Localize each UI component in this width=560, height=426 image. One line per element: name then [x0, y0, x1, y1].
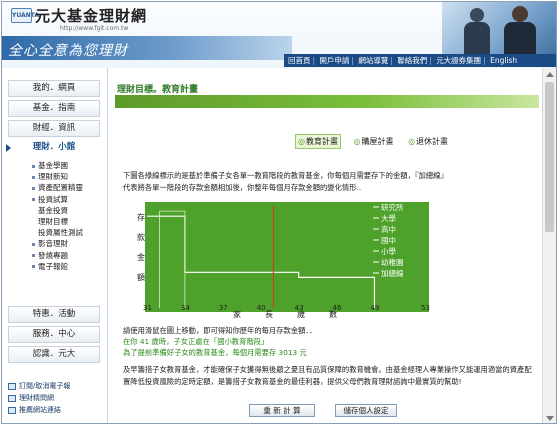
- bottom-links: 訂閱/取消電子報 理財精問網 推薦網站連結: [8, 380, 70, 416]
- legend-label: 研究所: [381, 202, 404, 212]
- age-info: 在你 41 歲時，子女正處在「國小教育階段」: [123, 337, 269, 346]
- x-tick-label: 49: [370, 304, 380, 312]
- page-title: 理財目標。教育計畫: [117, 85, 199, 95]
- submenu-item[interactable]: 電子報館: [32, 261, 104, 272]
- x-tick-label: 37: [218, 304, 228, 312]
- submenu-item[interactable]: 基金投資: [32, 205, 104, 216]
- submenu-item[interactable]: 理財新知: [32, 171, 104, 182]
- nav-group[interactable]: 元大證券集團: [436, 56, 481, 65]
- y-axis-label-char: 款: [137, 233, 145, 242]
- sidebar-item-finance-corner[interactable]: 理財．小館: [6, 140, 100, 157]
- legend-label: 小學: [381, 246, 396, 256]
- nav-english[interactable]: English: [490, 56, 517, 65]
- scrollbar[interactable]: [542, 68, 556, 423]
- title-band: [115, 95, 539, 108]
- sidebar: 我的．網頁 基金．指南 財經．資訊 理財．小館 基金學園 理財新知 資產配置精靈…: [2, 68, 108, 423]
- chart-svg[interactable]: 研究所大學高中國中小學幼稚園加總線: [145, 202, 429, 312]
- nav-sitemap[interactable]: 網站導覽: [358, 56, 388, 65]
- site-logo-text[interactable]: 元大基金理財網: [35, 5, 147, 26]
- submenu-item[interactable]: 投資屬性測試: [32, 227, 104, 238]
- intro-paragraph: 及早籌措子女教育基金，才能確保子女獲得無後顧之憂且有品質保障的教育機會。由基金經…: [123, 365, 532, 386]
- nav-contact[interactable]: 聯絡我們: [397, 56, 427, 65]
- save-settings-button[interactable]: 儲存個人設定: [335, 404, 397, 417]
- tab-house[interactable]: ◎購屋計畫: [352, 135, 396, 148]
- legend-label: 幼稚園: [381, 257, 404, 267]
- recalculate-button[interactable]: 重 新 計 算: [249, 404, 315, 417]
- mail-icon: [8, 382, 16, 390]
- link-finance-qa[interactable]: 理財精問網: [8, 392, 70, 404]
- submenu-item[interactable]: 投資試算: [32, 194, 104, 205]
- submenu: 基金學園 理財新知 資產配置精靈 投資試算 基金投資 理財目標 投資屬性測試 影…: [32, 160, 104, 272]
- arrow-right-icon: [6, 144, 11, 152]
- x-tick-label: 53: [421, 304, 430, 312]
- series-line-1: [159, 210, 186, 308]
- browser-page: YUANTA 元大基金理財網 http://www.fgit.com.tw 全心…: [1, 1, 557, 424]
- sidebar-item-finance-info[interactable]: 財經．資訊: [8, 120, 100, 137]
- sidebar-item-fund-guide[interactable]: 基金．指南: [8, 100, 100, 117]
- globe-icon: [8, 406, 16, 414]
- x-axis-label-char: 歲: [297, 310, 305, 319]
- y-axis-label-char: 金: [137, 253, 145, 262]
- scroll-thumb[interactable]: [545, 82, 554, 232]
- top-nav: 回首頁 | 開戶申請 | 網站導覽 | 聯絡我們 | 元大證券集團 | English: [284, 54, 556, 67]
- monthly-amount-info: 為了提前準備好子女的教育基金，每個月需要存 3013 元: [123, 348, 307, 357]
- sidebar-item-promotions[interactable]: 特惠．活動: [8, 306, 100, 323]
- y-axis-label-char: 存: [137, 213, 145, 222]
- slogan: 全心全意為您理財: [8, 43, 128, 59]
- sidebar-item-label: 理財．小館: [32, 142, 76, 152]
- sidebar-item-service[interactable]: 服務．中心: [8, 326, 100, 343]
- legend-label: 國中: [381, 235, 396, 245]
- tab-retirement[interactable]: ◎退休計畫: [406, 135, 450, 148]
- submenu-item[interactable]: 理財目標: [32, 216, 104, 227]
- link-newsletter[interactable]: 訂閱/取消電子報: [8, 380, 70, 392]
- tab-education[interactable]: ◎教育計畫: [295, 134, 341, 149]
- submenu-item[interactable]: 資產配置精靈: [32, 182, 104, 193]
- submenu-item[interactable]: 影音理財: [32, 238, 104, 249]
- logo-icon[interactable]: YUANTA: [11, 8, 39, 23]
- monitor-icon: [8, 394, 16, 402]
- plan-tabs: ◎教育計畫 ◎購屋計畫 ◎退休計畫: [295, 134, 458, 149]
- nav-home[interactable]: 回首頁: [288, 56, 311, 65]
- submenu-item[interactable]: 基金學園: [32, 160, 104, 171]
- sidebar-item-my-page[interactable]: 我的．網頁: [8, 80, 100, 97]
- scroll-down-icon[interactable]: [546, 416, 554, 421]
- x-tick-label: 31: [143, 304, 152, 312]
- x-tick-label: 34: [180, 304, 190, 312]
- x-axis-label-char: 長: [265, 310, 273, 319]
- scroll-up-icon[interactable]: [546, 72, 554, 77]
- header-photo: [442, 2, 556, 58]
- nav-open-account[interactable]: 開戶申請: [319, 56, 349, 65]
- chart-description: 下圖各綠線標示的是基於準備子女各單一教育階段的教育基金，你每個月需要存下的金額，…: [123, 171, 448, 192]
- legend-label: 高中: [381, 224, 396, 234]
- x-axis-label-char: 數: [329, 310, 337, 319]
- hint-text: 請使用滑鼠在圖上移動，即可得知你歷年的每月存款金額．．: [123, 326, 317, 335]
- link-recommended[interactable]: 推薦網站連結: [8, 404, 70, 416]
- main-content: 理財目標。教育計畫 ◎教育計畫 ◎購屋計畫 ◎退休計畫 下圖各綠線標示的是基於準…: [109, 68, 541, 423]
- savings-chart[interactable]: 研究所 大學 高中 國中 小學 幼稚園 加總線: [145, 202, 429, 312]
- submenu-item[interactable]: 發燒專題: [32, 250, 104, 261]
- legend-label: 大學: [381, 213, 396, 223]
- x-axis-label-char: 家: [233, 310, 241, 319]
- site-url: http://www.fgit.com.tw: [60, 25, 129, 32]
- site-header: YUANTA 元大基金理財網 http://www.fgit.com.tw 全心…: [2, 2, 556, 68]
- y-axis-label-char: 額: [137, 273, 145, 282]
- legend-label: 加總線: [381, 268, 404, 278]
- series-line-0: [147, 215, 376, 308]
- sidebar-item-about[interactable]: 認識．元大: [8, 346, 100, 363]
